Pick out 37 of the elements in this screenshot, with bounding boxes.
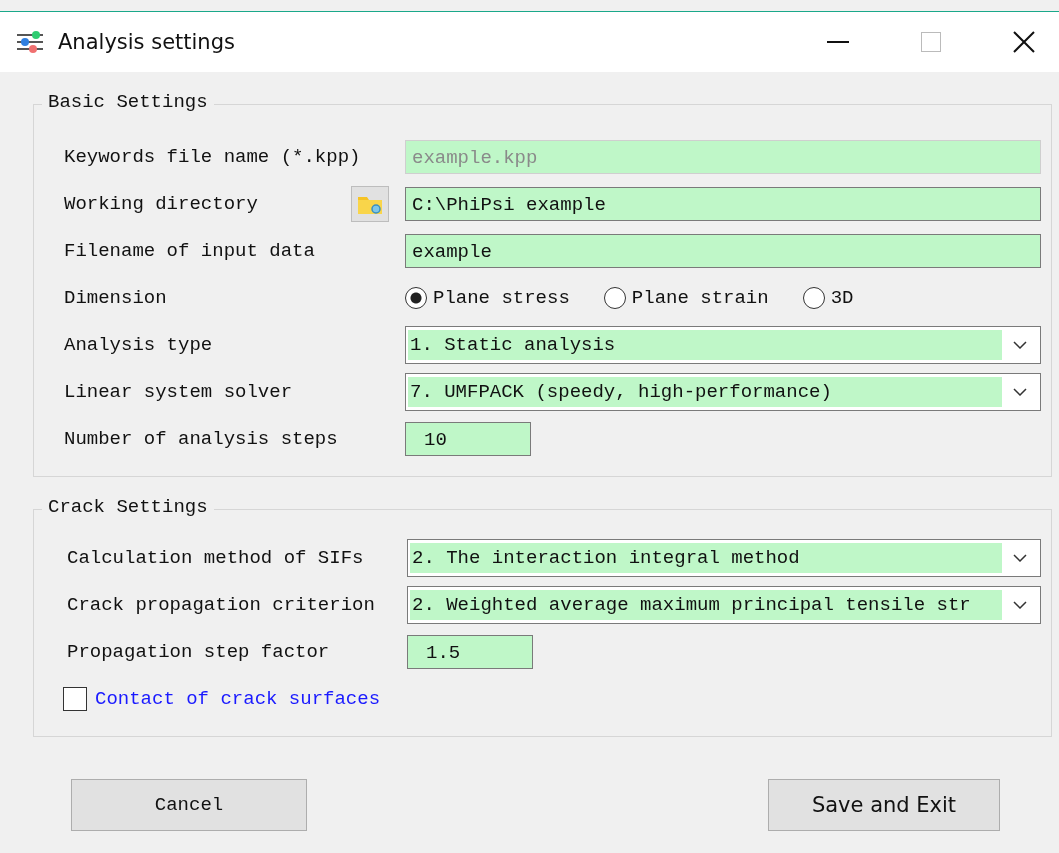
input-field[interactable]: 1.5 [407,634,533,669]
dropdown-value: 2. The interaction integral method [410,542,1002,573]
dropdown[interactable]: 2. Weighted average maximum principal tensile str [407,585,1041,624]
field-label: Crack propagation criterion [67,593,375,616]
save-button[interactable]: Save and Exit [768,779,1000,831]
radio-label[interactable]: 3D [830,286,854,309]
sliders-icon [16,31,44,53]
dropdown-value: 7. UMFPACK (speedy, high-performance) [408,376,1002,407]
field-label: Working directory [64,192,258,215]
field-label: Propagation step factor [67,640,330,663]
field-label: Dimension [64,286,167,309]
input-field[interactable]: example [405,233,1041,268]
field-label: Calculation method of SIFs [67,546,364,569]
dropdown-value: 2. Weighted average maximum principal tensile str [410,589,1002,620]
input-field[interactable]: C:\PhiPsi example [405,186,1041,221]
field-label: Linear system solver [64,380,293,403]
field-label: Analysis type [64,333,213,356]
radio-label[interactable]: Plane strain [631,286,769,309]
cancel-button[interactable]: Cancel [71,779,307,831]
radio-button[interactable] [802,286,825,309]
field-label: Number of analysis steps [64,427,338,450]
close-icon[interactable] [1013,31,1035,53]
field-label: Filename of input data [64,239,315,262]
dropdown[interactable]: 2. The interaction integral method [407,538,1041,577]
radio-button[interactable] [405,286,427,309]
group-title: Basic Settings [42,91,214,113]
dropdown[interactable]: 7. UMFPACK (speedy, high-performance) [405,372,1041,411]
checkbox-label[interactable]: Contact of crack surfaces [95,687,381,710]
checkbox[interactable] [63,686,87,711]
dropdown-value: 1. Static analysis [408,329,1002,360]
window-title: Analysis settings [58,30,235,54]
input-field[interactable]: 10 [405,421,531,456]
group-title: Crack Settings [42,496,214,518]
field-label: Keywords file name (*.kpp) [64,145,361,168]
radio-button[interactable] [603,286,626,309]
radio-label[interactable]: Plane stress [433,286,570,309]
dropdown[interactable]: 1. Static analysis [405,325,1041,364]
